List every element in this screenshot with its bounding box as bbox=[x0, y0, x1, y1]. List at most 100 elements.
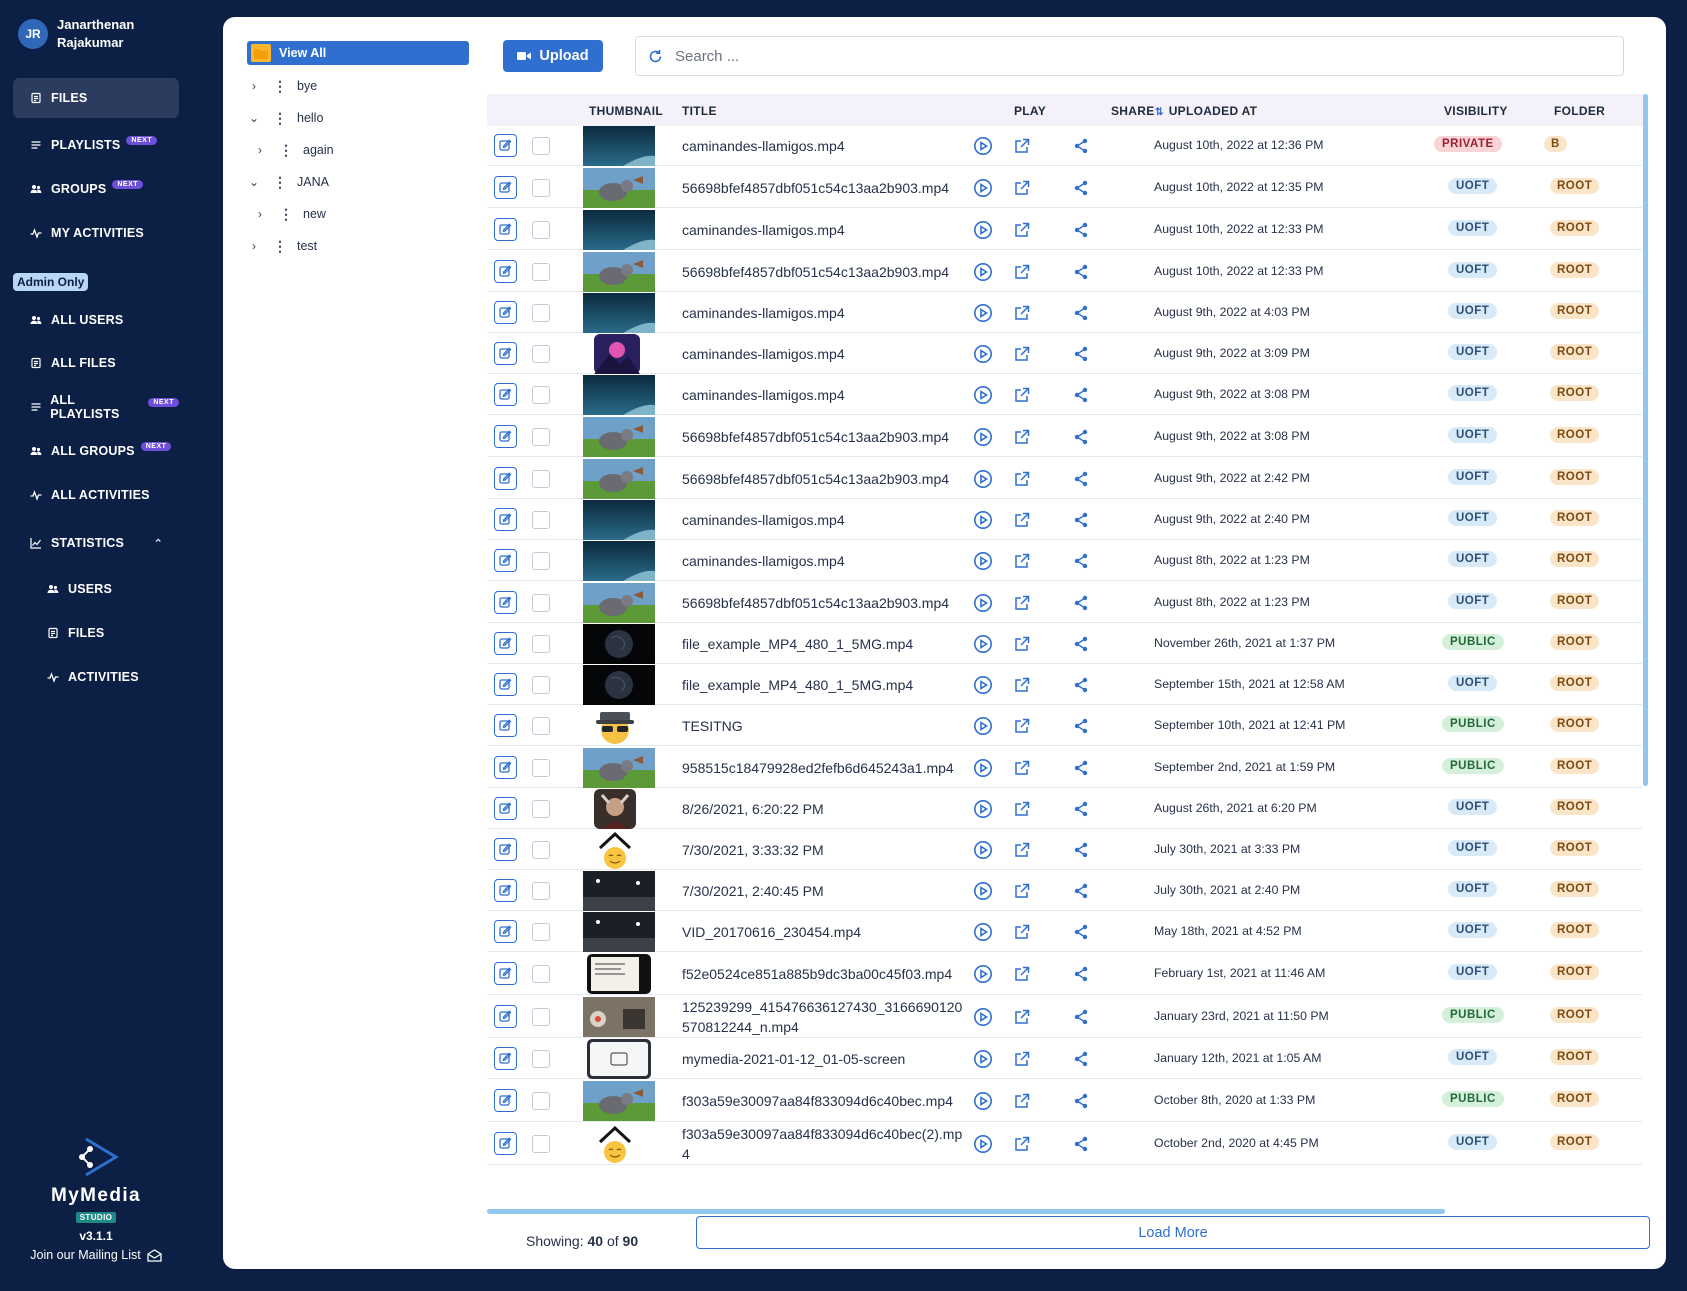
more-options-icon[interactable]: ⋮ bbox=[279, 142, 293, 159]
row-checkbox[interactable] bbox=[532, 345, 550, 363]
edit-icon[interactable] bbox=[494, 425, 517, 448]
play-icon[interactable] bbox=[973, 1091, 993, 1111]
thumbnail-image[interactable] bbox=[594, 830, 636, 870]
external-link-icon[interactable] bbox=[1014, 1093, 1030, 1109]
share-icon[interactable] bbox=[1073, 1009, 1089, 1025]
share-icon[interactable] bbox=[1073, 883, 1089, 899]
play-icon[interactable] bbox=[973, 593, 993, 613]
share-icon[interactable] bbox=[1073, 718, 1089, 734]
file-title[interactable]: caminandes-llamigos.mp4 bbox=[682, 136, 967, 156]
play-icon[interactable] bbox=[973, 1049, 993, 1069]
thumbnail-image[interactable] bbox=[587, 1039, 651, 1079]
external-link-icon[interactable] bbox=[1014, 429, 1030, 445]
row-checkbox[interactable] bbox=[532, 304, 550, 322]
share-icon[interactable] bbox=[1073, 429, 1089, 445]
thumbnail-image[interactable] bbox=[583, 417, 655, 457]
nav-stat-files[interactable]: FILES bbox=[30, 613, 180, 653]
edit-icon[interactable] bbox=[494, 467, 517, 490]
row-checkbox[interactable] bbox=[532, 594, 550, 612]
share-icon[interactable] bbox=[1073, 305, 1089, 321]
chevron-right-icon[interactable]: › bbox=[247, 79, 261, 93]
edit-icon[interactable] bbox=[494, 1132, 517, 1155]
file-title[interactable]: 7/30/2021, 3:33:32 PM bbox=[682, 840, 967, 860]
external-link-icon[interactable] bbox=[1014, 718, 1030, 734]
horizontal-scrollbar[interactable] bbox=[487, 1209, 1445, 1214]
play-icon[interactable] bbox=[973, 799, 993, 819]
edit-icon[interactable] bbox=[494, 879, 517, 902]
row-checkbox[interactable] bbox=[532, 1135, 550, 1153]
external-link-icon[interactable] bbox=[1014, 512, 1030, 528]
thumbnail-image[interactable] bbox=[583, 168, 655, 208]
row-checkbox[interactable] bbox=[532, 470, 550, 488]
external-link-icon[interactable] bbox=[1014, 636, 1030, 652]
share-icon[interactable] bbox=[1073, 222, 1089, 238]
play-icon[interactable] bbox=[973, 840, 993, 860]
tree-item-bye[interactable]: › ⋮ bye bbox=[247, 74, 317, 98]
play-icon[interactable] bbox=[973, 344, 993, 364]
edit-icon[interactable] bbox=[494, 962, 517, 985]
share-icon[interactable] bbox=[1073, 966, 1089, 982]
thumbnail-image[interactable] bbox=[583, 583, 655, 623]
row-checkbox[interactable] bbox=[532, 717, 550, 735]
play-icon[interactable] bbox=[973, 427, 993, 447]
row-checkbox[interactable] bbox=[532, 882, 550, 900]
play-icon[interactable] bbox=[973, 675, 993, 695]
play-icon[interactable] bbox=[973, 510, 993, 530]
nav-all-playlists[interactable]: ALL PLAYLISTS NEXT bbox=[13, 387, 179, 427]
external-link-icon[interactable] bbox=[1014, 180, 1030, 196]
thumbnail-image[interactable] bbox=[594, 789, 636, 829]
tree-item-new[interactable]: › ⋮ new bbox=[253, 202, 326, 226]
nav-stat-users[interactable]: USERS bbox=[30, 569, 180, 609]
file-title[interactable]: VID_20170616_230454.mp4 bbox=[682, 922, 967, 942]
edit-icon[interactable] bbox=[494, 383, 517, 406]
thumbnail-image[interactable] bbox=[583, 126, 655, 166]
nav-all-files[interactable]: ALL FILES bbox=[13, 343, 179, 383]
thumbnail-image[interactable] bbox=[583, 748, 655, 788]
thumbnail-image[interactable] bbox=[583, 871, 655, 911]
edit-icon[interactable] bbox=[494, 342, 517, 365]
thumbnail-image[interactable] bbox=[583, 252, 655, 292]
play-icon[interactable] bbox=[973, 262, 993, 282]
chevron-down-icon[interactable]: ⌄ bbox=[247, 111, 261, 125]
play-icon[interactable] bbox=[973, 178, 993, 198]
share-icon[interactable] bbox=[1073, 842, 1089, 858]
sort-icon[interactable]: ⇅ bbox=[1155, 107, 1164, 118]
play-icon[interactable] bbox=[973, 303, 993, 323]
tree-item-hello[interactable]: ⌄ ⋮ hello bbox=[247, 106, 323, 130]
external-link-icon[interactable] bbox=[1014, 138, 1030, 154]
row-checkbox[interactable] bbox=[532, 511, 550, 529]
more-options-icon[interactable]: ⋮ bbox=[273, 78, 287, 95]
row-checkbox[interactable] bbox=[532, 841, 550, 859]
share-icon[interactable] bbox=[1073, 471, 1089, 487]
file-title[interactable]: mymedia-2021-01-12_01-05-screen bbox=[682, 1049, 967, 1069]
more-options-icon[interactable]: ⋮ bbox=[273, 110, 287, 127]
thumbnail-image[interactable] bbox=[583, 1081, 655, 1121]
load-more-button[interactable]: Load More bbox=[696, 1216, 1650, 1249]
thumbnail-image[interactable] bbox=[583, 293, 655, 333]
file-title[interactable]: 56698bfef4857dbf051c54c13aa2b903.mp4 bbox=[682, 178, 967, 198]
edit-icon[interactable] bbox=[494, 1089, 517, 1112]
external-link-icon[interactable] bbox=[1014, 842, 1030, 858]
row-checkbox[interactable] bbox=[532, 386, 550, 404]
avatar[interactable]: JR bbox=[18, 19, 48, 49]
chevron-down-icon[interactable]: ⌄ bbox=[247, 175, 261, 189]
chevron-right-icon[interactable]: › bbox=[253, 143, 267, 157]
external-link-icon[interactable] bbox=[1014, 222, 1030, 238]
external-link-icon[interactable] bbox=[1014, 801, 1030, 817]
share-icon[interactable] bbox=[1073, 801, 1089, 817]
file-title[interactable]: file_example_MP4_480_1_5MG.mp4 bbox=[682, 675, 967, 695]
share-icon[interactable] bbox=[1073, 1051, 1089, 1067]
edit-icon[interactable] bbox=[494, 508, 517, 531]
play-icon[interactable] bbox=[973, 758, 993, 778]
external-link-icon[interactable] bbox=[1014, 677, 1030, 693]
file-title[interactable]: f52e0524ce851a885b9dc3ba00c45f03.mp4 bbox=[682, 964, 967, 984]
play-icon[interactable] bbox=[973, 469, 993, 489]
nav-all-groups[interactable]: ALL GROUPS NEXT bbox=[13, 431, 179, 471]
external-link-icon[interactable] bbox=[1014, 553, 1030, 569]
file-title[interactable]: file_example_MP4_480_1_5MG.mp4 bbox=[682, 634, 967, 654]
edit-icon[interactable] bbox=[494, 1005, 517, 1028]
share-icon[interactable] bbox=[1073, 677, 1089, 693]
chevron-right-icon[interactable]: › bbox=[253, 207, 267, 221]
nav-stat-activities[interactable]: ACTIVITIES bbox=[30, 657, 180, 697]
nav-all-users[interactable]: ALL USERS bbox=[13, 300, 179, 340]
